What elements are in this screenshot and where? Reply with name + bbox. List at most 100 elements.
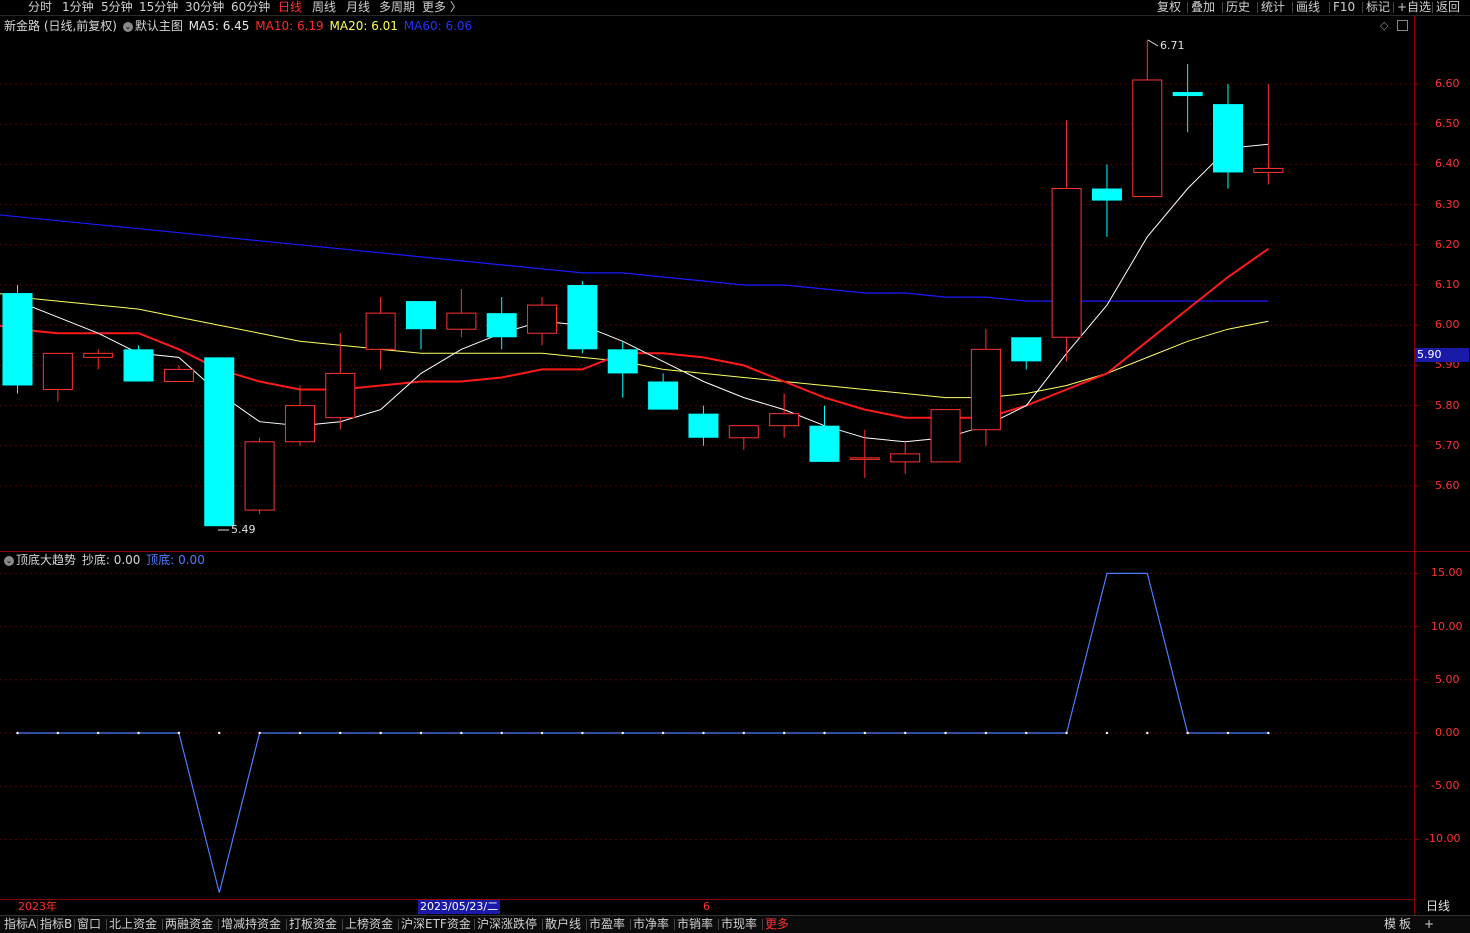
price-axis-label: 6.30 — [1435, 197, 1460, 211]
price-axis-label: 6.50 — [1435, 117, 1460, 131]
bottom-tab-0[interactable]: 指标A — [4, 916, 36, 933]
indicator-dot — [863, 731, 867, 735]
bottom-tab-12[interactable]: 市净率 — [633, 916, 669, 933]
date-axis: 2023年 2023/05/23/二 6 — [0, 899, 1414, 915]
candle-body-down — [123, 349, 154, 382]
price-axis-label: 5.70 — [1435, 438, 1460, 452]
month-label: 6 — [703, 900, 710, 913]
tab-separator — [106, 919, 107, 930]
price-axis-label: 5.80 — [1435, 398, 1460, 412]
indicator-dot — [581, 731, 584, 735]
indicator-axis-label: -10.00 — [1425, 832, 1461, 846]
indicator-dot — [904, 731, 907, 735]
high-marker-line — [1147, 39, 1159, 47]
indicator-axis-label: -5.00 — [1431, 779, 1460, 793]
candle-body-down — [406, 301, 436, 330]
candle-body-up — [446, 312, 477, 330]
candle-body-up — [83, 352, 114, 358]
price-axis-label: 6.00 — [1435, 318, 1460, 332]
tab-separator — [162, 919, 163, 930]
candle-body-down — [567, 285, 598, 350]
indicator-dot — [339, 731, 342, 735]
period-badge: 日线 — [1426, 899, 1451, 913]
tab-separator — [630, 919, 631, 930]
bottom-tab-5[interactable]: 增减持资金 — [221, 916, 281, 933]
candle-body-down — [2, 293, 33, 386]
candle-body-down — [204, 357, 235, 527]
indicator-dot — [1267, 731, 1270, 735]
bottom-tab-3[interactable]: 北上资金 — [109, 916, 157, 933]
indicator-dot — [258, 731, 261, 735]
candle-body-up — [284, 405, 315, 443]
tab-separator — [674, 919, 675, 930]
bottom-tab-2[interactable]: 窗口 — [77, 916, 101, 933]
candle-body-up — [365, 312, 396, 350]
candle-body-up — [970, 348, 1001, 431]
bottom-tab-14[interactable]: 市现率 — [721, 916, 757, 933]
candle-body-up — [1253, 167, 1284, 173]
indicator-dot — [177, 731, 181, 735]
bottom-tab-6[interactable]: 打板资金 — [289, 916, 337, 933]
bottom-tab-4[interactable]: 两融资金 — [165, 916, 213, 933]
price-axis-label: 6.60 — [1435, 77, 1460, 90]
bottom-tab-10[interactable]: 散户线 — [545, 916, 581, 933]
indicator-dot — [984, 731, 988, 735]
tab-separator — [398, 919, 399, 930]
indicator-dot — [1105, 731, 1109, 735]
indicator-dot — [218, 731, 221, 735]
indicator-dot — [823, 731, 826, 735]
tab-separator — [37, 919, 38, 930]
indicator-axis-label: 5.00 — [1435, 672, 1460, 686]
candle-body-up — [325, 372, 356, 419]
indicator-dot — [782, 731, 786, 735]
bottom-right-button-0[interactable]: 模 — [1384, 916, 1396, 933]
candle-body-down — [1091, 188, 1122, 201]
tab-separator — [762, 919, 763, 930]
indicator-dot — [661, 731, 665, 735]
price-axis-label: 6.20 — [1435, 237, 1460, 251]
bottom-right-button-1[interactable]: 板 — [1399, 916, 1411, 933]
high-price-label: 6.71 — [1160, 39, 1185, 52]
indicator-dot — [379, 731, 382, 735]
year-label: 2023年 — [18, 900, 57, 913]
tab-separator — [542, 919, 543, 930]
tab-separator — [586, 919, 587, 930]
tab-separator — [474, 919, 475, 930]
indicator-dot — [97, 731, 100, 735]
candle-body-down — [809, 425, 840, 462]
tab-separator — [218, 919, 219, 930]
candle-body-up — [930, 409, 961, 463]
bottom-tab-8[interactable]: 沪深ETF资金 — [401, 916, 471, 933]
bottom-tab-15[interactable]: 更多 — [765, 916, 789, 933]
candle-body-up — [890, 453, 921, 463]
indicator-dot — [500, 731, 503, 735]
candle-body-up — [1132, 79, 1163, 198]
tab-separator — [74, 919, 75, 930]
bottom-tab-9[interactable]: 沪深涨跌停 — [477, 916, 537, 933]
indicator-dot — [56, 731, 60, 735]
price-axis-label: 6.40 — [1435, 157, 1460, 171]
candle-body-up — [728, 425, 759, 439]
current-price-tag: 5.90 — [1415, 348, 1469, 362]
bottom-tab-11[interactable]: 市盈率 — [589, 916, 625, 933]
candle-body-up — [849, 457, 880, 460]
bottom-tab-1[interactable]: 指标B — [40, 916, 72, 933]
bottom-right-button-2[interactable]: + — [1424, 916, 1434, 933]
kline-chart[interactable] — [0, 0, 1470, 932]
indicator-dot — [137, 731, 140, 735]
tab-separator — [718, 919, 719, 930]
candle-body-down — [607, 349, 638, 374]
indicator-dot — [1226, 731, 1230, 735]
candle-body-up — [244, 441, 275, 511]
bottom-tab-13[interactable]: 市销率 — [677, 916, 713, 933]
indicator-dot — [1025, 731, 1028, 735]
candle-body-down — [1011, 337, 1042, 362]
candle-body-up — [163, 368, 194, 382]
tab-separator — [286, 919, 287, 930]
candle-body-up — [769, 413, 800, 427]
indicator-dot — [540, 731, 544, 735]
bottom-tab-7[interactable]: 上榜资金 — [345, 916, 393, 933]
indicator-dot — [621, 731, 624, 735]
candle-body-up — [1051, 188, 1082, 338]
indicator-dot — [702, 731, 705, 735]
